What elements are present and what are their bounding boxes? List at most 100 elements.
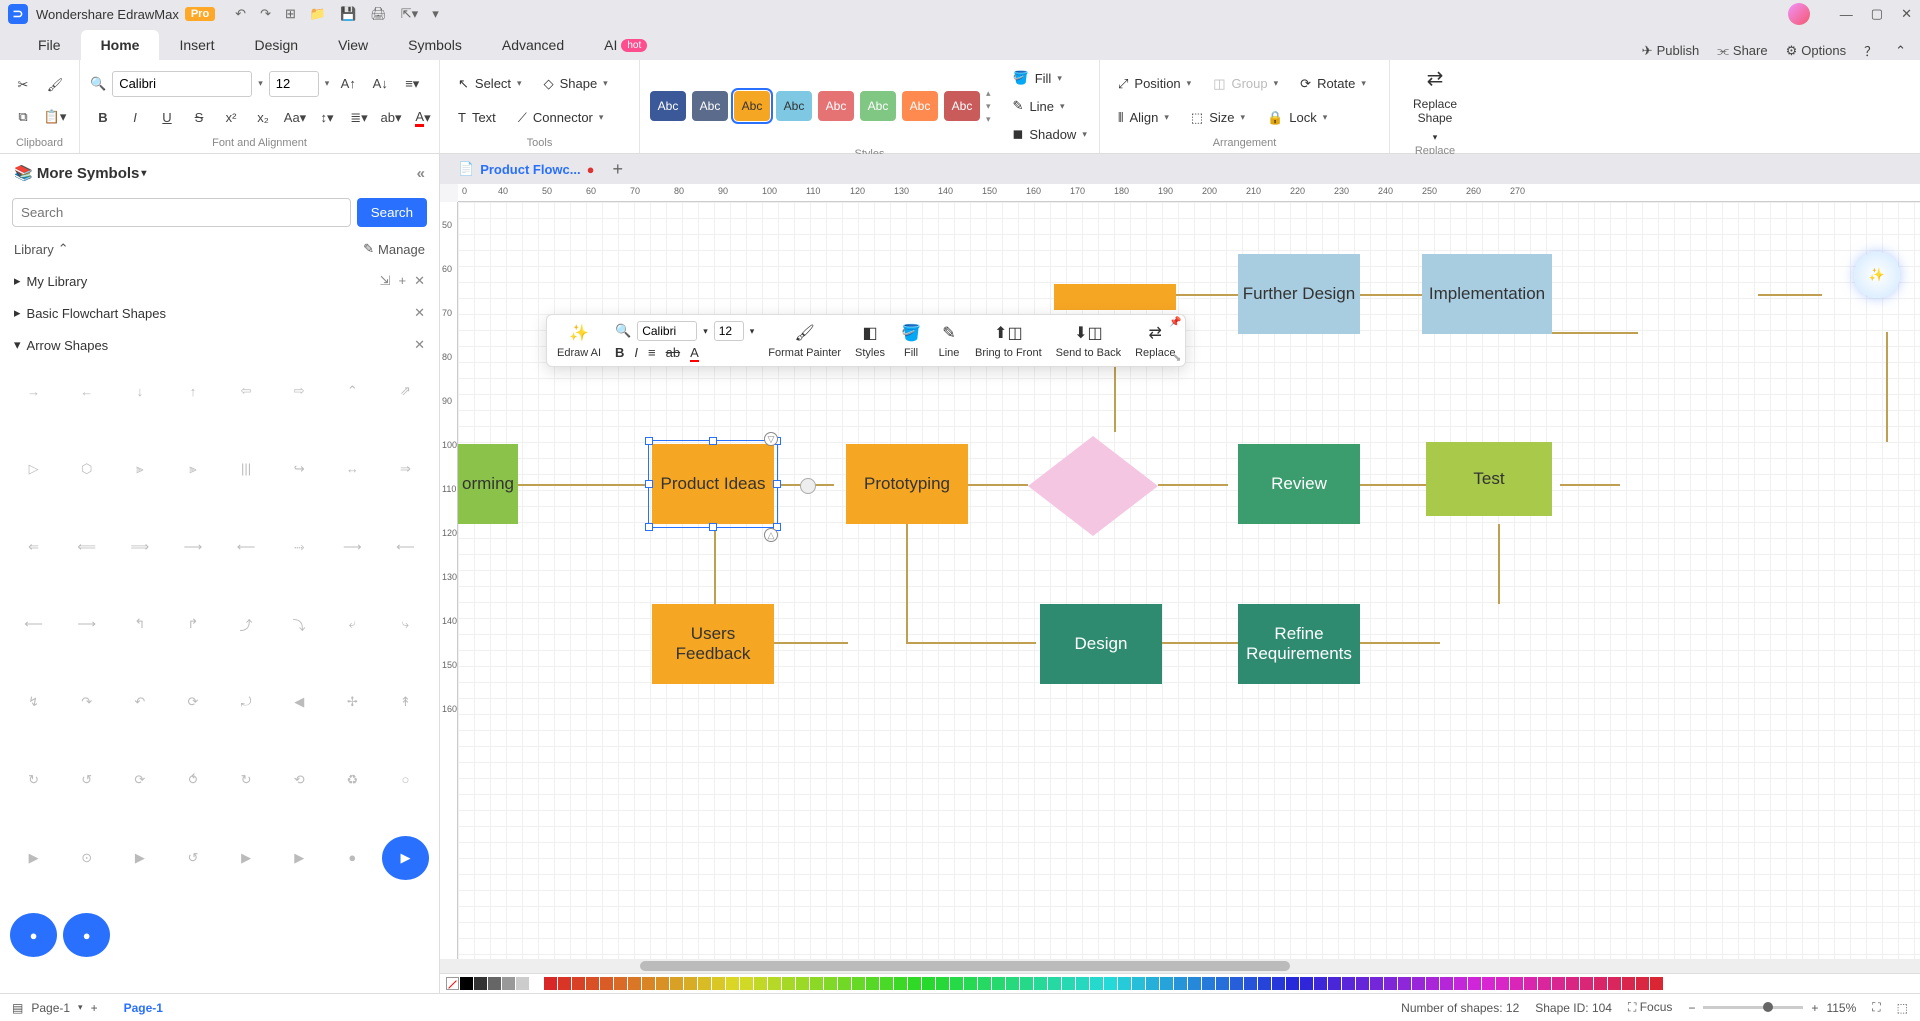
copy-icon[interactable]: ⧉ bbox=[10, 104, 36, 130]
style-swatch-7[interactable]: Abc bbox=[944, 91, 980, 121]
color-swatch[interactable] bbox=[740, 977, 753, 990]
mini-font-input[interactable] bbox=[637, 321, 697, 341]
color-swatch[interactable] bbox=[1328, 977, 1341, 990]
color-swatch[interactable] bbox=[516, 977, 529, 990]
spacing-icon[interactable]: ↕▾ bbox=[314, 105, 340, 131]
align-button[interactable]: ⫴ Align▾ bbox=[1110, 106, 1177, 130]
arrow-shape-35[interactable]: ⟳ bbox=[169, 680, 216, 724]
arrow-shapes-category[interactable]: ▾ Arrow Shapes✕ bbox=[0, 329, 439, 361]
arrow-shape-27[interactable]: ↱ bbox=[169, 602, 216, 646]
basic-close-icon[interactable]: ✕ bbox=[414, 305, 425, 321]
shape-review[interactable]: Review bbox=[1238, 444, 1360, 524]
color-swatch[interactable] bbox=[964, 977, 977, 990]
group-button[interactable]: ◫ Group▾ bbox=[1205, 72, 1286, 96]
arrow-shape-44[interactable]: ↻ bbox=[223, 758, 270, 802]
color-swatch[interactable] bbox=[1552, 977, 1565, 990]
color-swatch[interactable] bbox=[824, 977, 837, 990]
color-swatch[interactable] bbox=[1314, 977, 1327, 990]
mini-send-back[interactable]: ⬇◫Send to Back bbox=[1056, 321, 1121, 359]
color-swatch[interactable] bbox=[1118, 977, 1131, 990]
arrow-shape-34[interactable]: ↶ bbox=[116, 680, 163, 724]
arrow-shape-28[interactable]: ⤴ bbox=[223, 602, 270, 646]
style-swatch-2[interactable]: Abc bbox=[734, 91, 770, 121]
color-swatch[interactable] bbox=[810, 977, 823, 990]
color-swatch[interactable] bbox=[1020, 977, 1033, 990]
tab-file[interactable]: File bbox=[18, 30, 81, 60]
pin-icon[interactable]: 📌 bbox=[1169, 317, 1181, 328]
arrow-shape-57[interactable]: ● bbox=[63, 913, 110, 957]
arrow-shape-0[interactable]: → bbox=[10, 369, 57, 413]
arrow-shape-8[interactable]: ▷ bbox=[10, 447, 57, 491]
share-button[interactable]: ⫘ Share bbox=[1717, 43, 1767, 59]
arrow-shape-51[interactable]: ↺ bbox=[169, 836, 216, 880]
page-list-icon[interactable]: ▤ bbox=[12, 1001, 23, 1015]
color-swatch[interactable] bbox=[1146, 977, 1159, 990]
arrow-shape-7[interactable]: ⇗ bbox=[382, 369, 429, 413]
color-swatch[interactable] bbox=[628, 977, 641, 990]
no-color-swatch[interactable] bbox=[446, 977, 459, 990]
color-swatch[interactable] bbox=[1468, 977, 1481, 990]
arrow-shape-54[interactable]: ● bbox=[329, 836, 376, 880]
arrow-shape-6[interactable]: ⌃ bbox=[329, 369, 376, 413]
color-swatch[interactable] bbox=[1398, 977, 1411, 990]
arrow-shape-19[interactable]: ⟶ bbox=[169, 525, 216, 569]
arrow-shape-41[interactable]: ↺ bbox=[63, 758, 110, 802]
color-swatch[interactable] bbox=[1132, 977, 1145, 990]
font-name-input[interactable] bbox=[112, 71, 252, 97]
color-swatch[interactable] bbox=[992, 977, 1005, 990]
arrow-shape-47[interactable]: ○ bbox=[382, 758, 429, 802]
manage-library[interactable]: ✎ Manage bbox=[363, 241, 425, 257]
mini-bold-icon[interactable]: B bbox=[615, 345, 624, 360]
select-tool[interactable]: ↖ Select ▾ bbox=[450, 72, 530, 96]
color-swatch[interactable] bbox=[1566, 977, 1579, 990]
style-more-icon[interactable]: ▾ bbox=[986, 114, 991, 125]
color-swatch[interactable] bbox=[908, 977, 921, 990]
color-swatch[interactable] bbox=[1034, 977, 1047, 990]
mini-line[interactable]: ✎Line bbox=[937, 321, 961, 359]
user-avatar[interactable] bbox=[1788, 3, 1810, 25]
shape-users-feedback[interactable]: Users Feedback bbox=[652, 604, 774, 684]
color-swatch[interactable] bbox=[768, 977, 781, 990]
color-swatch[interactable] bbox=[1580, 977, 1593, 990]
canvas[interactable]: orming Product Ideas Prototyping Evaluat… bbox=[458, 202, 1920, 959]
color-swatch[interactable] bbox=[1650, 977, 1663, 990]
arrow-shape-18[interactable]: ⟹ bbox=[116, 525, 163, 569]
arrow-shape-25[interactable]: ⟶ bbox=[63, 602, 110, 646]
style-prev-icon[interactable]: ▴ bbox=[986, 88, 991, 99]
mini-fill[interactable]: 🪣Fill bbox=[899, 321, 923, 359]
color-swatch[interactable] bbox=[1510, 977, 1523, 990]
add-document-tab[interactable]: + bbox=[612, 159, 623, 180]
my-library-category[interactable]: ▸ My Library ⇲+✕ bbox=[0, 265, 439, 297]
mini-italic-icon[interactable]: I bbox=[634, 345, 638, 360]
color-swatch[interactable] bbox=[586, 977, 599, 990]
mini-align-icon[interactable]: ≡ bbox=[648, 345, 656, 360]
print-icon[interactable]: 🖨 bbox=[370, 6, 387, 22]
arrow-shape-38[interactable]: ✢ bbox=[329, 680, 376, 724]
color-swatch[interactable] bbox=[1538, 977, 1551, 990]
replace-shape-icon[interactable]: ⇄ bbox=[1427, 66, 1444, 91]
color-swatch[interactable] bbox=[782, 977, 795, 990]
connector-hint-icon[interactable] bbox=[800, 478, 816, 494]
color-swatch[interactable] bbox=[656, 977, 669, 990]
arrow-shape-36[interactable]: ⤾ bbox=[223, 680, 270, 724]
tab-design[interactable]: Design bbox=[234, 30, 318, 60]
fullscreen-icon[interactable]: ⬚ bbox=[1897, 1001, 1908, 1015]
arrow-shape-15[interactable]: ⇒ bbox=[382, 447, 429, 491]
color-swatch[interactable] bbox=[1174, 977, 1187, 990]
color-swatch[interactable] bbox=[670, 977, 683, 990]
tab-insert[interactable]: Insert bbox=[159, 30, 234, 60]
arrow-shape-48[interactable]: ▶ bbox=[10, 836, 57, 880]
color-swatch[interactable] bbox=[754, 977, 767, 990]
position-button[interactable]: ⤢ Position▾ bbox=[1110, 72, 1199, 96]
arrow-shape-22[interactable]: ⟶ bbox=[329, 525, 376, 569]
color-swatch[interactable] bbox=[1636, 977, 1649, 990]
symbol-search-input[interactable] bbox=[12, 198, 351, 227]
arrow-shape-56[interactable]: ● bbox=[10, 913, 57, 957]
format-painter-icon[interactable]: 🖌 bbox=[42, 72, 68, 98]
tab-home[interactable]: Home bbox=[81, 30, 160, 60]
arrow-shape-11[interactable]: ⫸ bbox=[169, 447, 216, 491]
arrow-shape-9[interactable]: ⬡ bbox=[63, 447, 110, 491]
save-icon[interactable]: 💾 bbox=[340, 6, 356, 22]
highlight-icon[interactable]: ab▾ bbox=[378, 105, 404, 131]
color-swatch[interactable] bbox=[614, 977, 627, 990]
